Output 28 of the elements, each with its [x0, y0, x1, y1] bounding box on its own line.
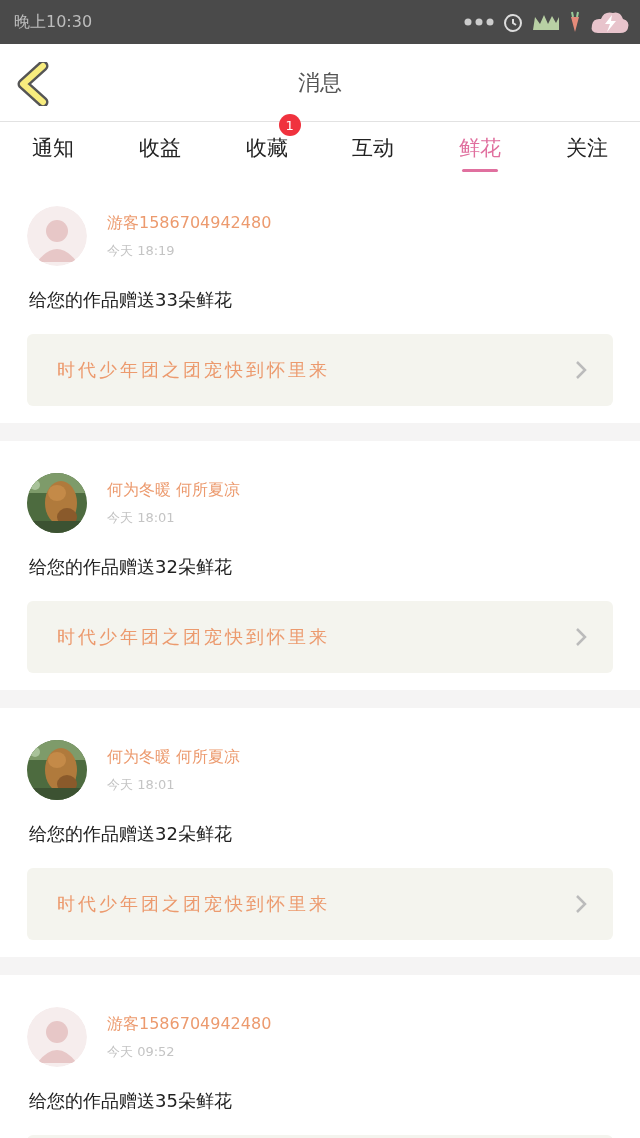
sender-name: 何为冬暖 何所夏凉	[107, 746, 241, 768]
page-title: 消息	[298, 68, 342, 97]
avatar	[27, 1007, 87, 1067]
message-text: 给您的作品赠送35朵鲜花	[29, 1089, 233, 1113]
carrot-icon	[568, 11, 582, 33]
chevron-icon	[575, 627, 587, 647]
more-icon	[464, 18, 494, 26]
chevron-icon	[575, 360, 587, 380]
tab[interactable]: 互动	[320, 122, 427, 174]
sender-name: 何为冬暖 何所夏凉	[107, 479, 241, 501]
count-badge: 1	[278, 114, 301, 136]
sender-name: 游客1586704942480	[107, 1013, 272, 1035]
tab[interactable]: 关注	[533, 122, 640, 174]
message-text: 给您的作品赠送32朵鲜花	[29, 555, 233, 579]
tab[interactable]: 收益	[106, 122, 214, 174]
message-time: 今天 18:01	[107, 775, 176, 794]
sender-name: 游客1586704942480	[107, 212, 272, 234]
message-time: 今天 18:19	[107, 241, 176, 260]
avatar	[27, 206, 87, 266]
message-text: 给您的作品赠送32朵鲜花	[29, 822, 233, 846]
message-time: 今天 18:01	[107, 508, 176, 527]
back-button[interactable]	[16, 62, 50, 106]
chevron-icon	[575, 894, 587, 914]
alarm-icon	[502, 11, 524, 33]
message-time: 今天 09:52	[107, 1042, 176, 1061]
message-text: 给您的作品赠送33朵鲜花	[29, 288, 233, 312]
status-time: 晚上10:30	[14, 11, 93, 33]
tab[interactable]: 通知	[0, 122, 107, 174]
